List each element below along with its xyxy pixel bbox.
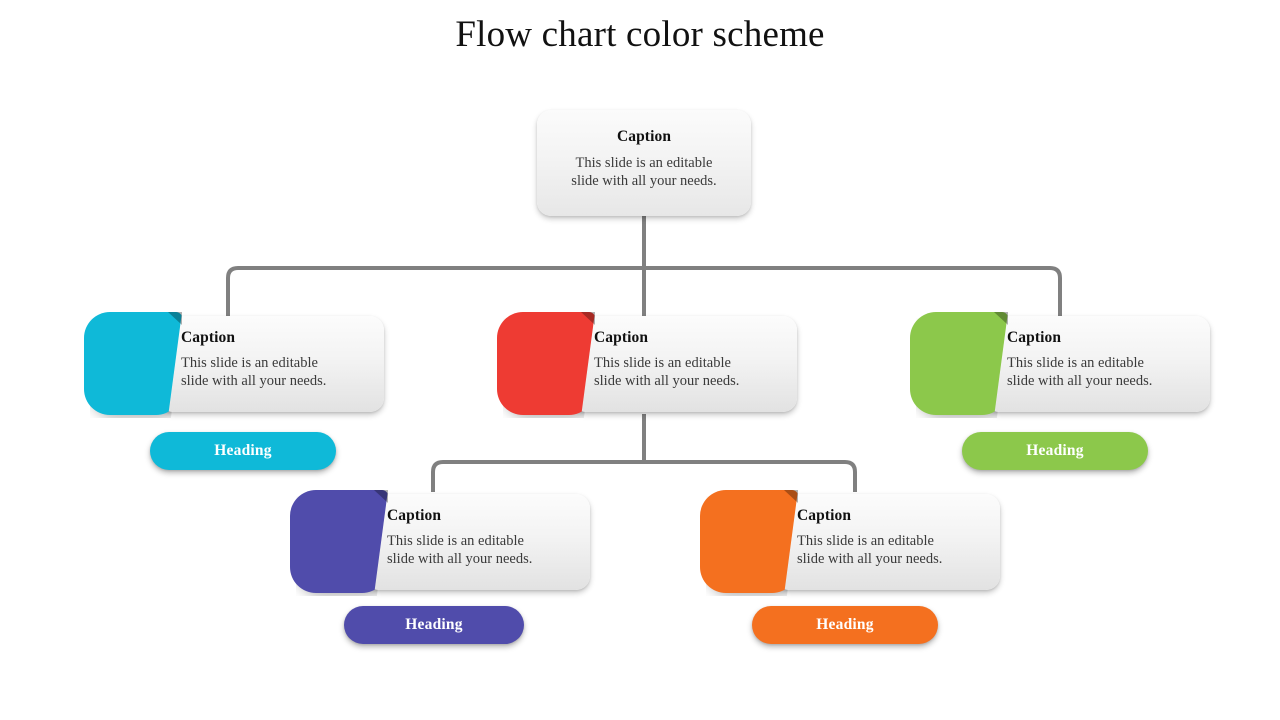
connector-level1-bus [226,266,1062,318]
node-red-tab-fold-icon [581,312,595,325]
node-purple-body-line2: slide with all your needs. [387,551,533,567]
node-purple-caption: Caption [387,507,442,524]
node-green[interactable]: Caption This slide is an editable slide … [910,312,1210,418]
node-red[interactable]: Caption This slide is an editable slide … [497,312,797,418]
node-green-caption: Caption [1007,329,1062,346]
node-cyan-color-tab [84,312,182,415]
node-cyan-card: Caption This slide is an editable slide … [159,316,384,412]
connector-level2-bus [431,460,857,492]
node-green-body-line2: slide with all your needs. [1007,373,1153,389]
heading-pill-green-label: Heading [1026,442,1084,459]
node-root-caption: Caption [616,128,672,145]
node-red-body-line1: This slide is an editable [594,355,731,371]
heading-pill-purple-label: Heading [405,616,463,633]
node-orange-caption: Caption [797,507,852,524]
node-green-color-tab [910,312,1008,415]
node-red-card: Caption This slide is an editable slide … [572,316,797,412]
node-red-color-tab [497,312,595,415]
node-cyan-caption: Caption [181,329,236,346]
node-root-body-line1: This slide is an editable [575,155,713,171]
node-purple-color-tab [290,490,388,593]
node-root[interactable]: Caption This slide is an editable slide … [537,110,751,216]
node-root-body-line2: slide with all your needs. [571,173,717,189]
heading-pill-green[interactable]: Heading [962,432,1148,470]
heading-pill-orange[interactable]: Heading [752,606,938,644]
node-cyan-tab-fold-icon [168,312,182,325]
heading-pill-orange-label: Heading [816,616,874,633]
node-red-caption: Caption [594,329,649,346]
heading-pill-cyan-label: Heading [214,442,272,459]
node-orange-body-line2: slide with all your needs. [797,551,943,567]
node-green-body-line1: This slide is an editable [1007,355,1144,371]
node-cyan-body-line1: This slide is an editable [181,355,318,371]
node-orange-card: Caption This slide is an editable slide … [775,494,1000,590]
node-red-body-line2: slide with all your needs. [594,373,740,389]
slide-canvas: Flow chart color scheme Caption This sli… [0,0,1280,720]
node-cyan[interactable]: Caption This slide is an editable slide … [84,312,384,418]
node-purple-tab-fold-icon [374,490,388,503]
heading-pill-purple[interactable]: Heading [344,606,524,644]
node-green-card: Caption This slide is an editable slide … [985,316,1210,412]
node-purple-body-line1: This slide is an editable [387,533,524,549]
heading-pill-cyan[interactable]: Heading [150,432,336,470]
node-purple-card: Caption This slide is an editable slide … [365,494,590,590]
node-cyan-body-line2: slide with all your needs. [181,373,327,389]
node-orange[interactable]: Caption This slide is an editable slide … [700,490,1000,596]
node-purple[interactable]: Caption This slide is an editable slide … [290,490,590,596]
page-title: Flow chart color scheme [455,14,825,55]
node-orange-color-tab [700,490,798,593]
node-orange-body-line1: This slide is an editable [797,533,934,549]
node-green-tab-fold-icon [994,312,1008,325]
node-orange-tab-fold-icon [784,490,798,503]
